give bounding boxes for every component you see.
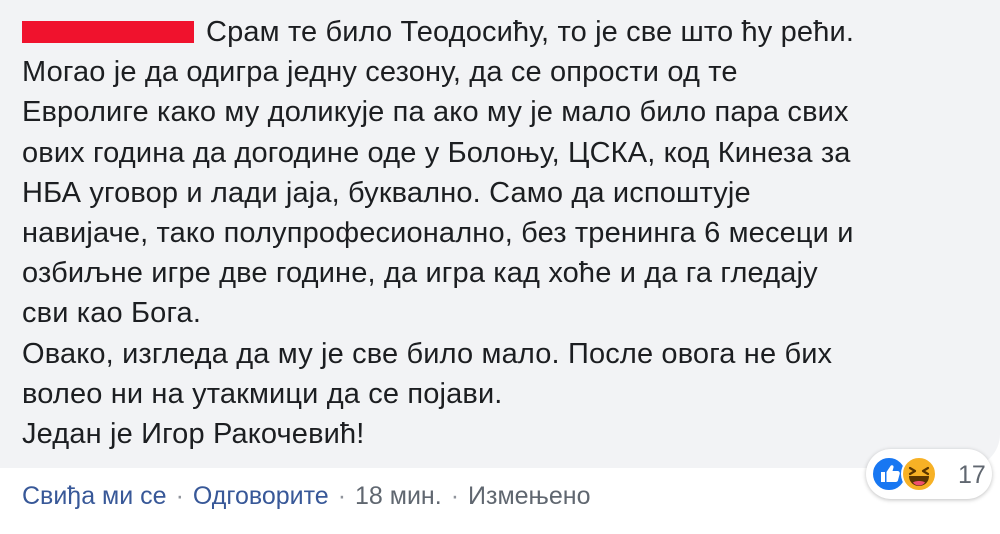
comment-line: Могао је да одигра једну сезону, да се о… <box>22 56 738 89</box>
reactions-badge[interactable]: 17 <box>866 449 992 499</box>
comment-line: Један је Игор Ракочевић! <box>22 417 365 450</box>
separator: · <box>337 482 347 510</box>
comment-line: Срам те било Теодосићу, то је све што ћу… <box>22 12 992 52</box>
reply-button[interactable]: Одговорите <box>193 482 329 510</box>
comment-first-line-text: Срам те било Теодосићу, то је све што ћу… <box>206 16 855 48</box>
like-button[interactable]: Свиђа ми се <box>22 482 167 510</box>
comment-line: НБА уговор и лади јаја, буквално. Само д… <box>22 176 751 209</box>
separator: · <box>450 482 460 510</box>
comment-line: озбиљне игре две године, да игра кад хоћ… <box>22 257 818 290</box>
comment-line: сви као Бога. <box>22 297 202 330</box>
edited-link[interactable]: Измењено <box>468 482 590 510</box>
comment-line: ових година да догодине оде у Болоњу, ЦС… <box>22 136 851 169</box>
comment-line: Евролиге како му доликује па ако му је м… <box>22 96 849 129</box>
comment-bubble: Срам те било Теодосићу, то је све што ћу… <box>0 0 1000 468</box>
separator: · <box>175 482 184 510</box>
timestamp-link[interactable]: 18 мин. <box>355 482 442 510</box>
haha-icon <box>901 456 937 492</box>
redacted-author-name[interactable] <box>22 21 194 43</box>
comment-line: волео ни на утакмици да се појави. <box>22 377 503 410</box>
comment-line: навијаче, тако полупрофесионално, без тр… <box>22 216 854 249</box>
reactions-count: 17 <box>958 461 986 489</box>
comment-actions: Свиђа ми се · Одговорите · 18 мин. · Измењено <box>22 482 590 511</box>
comment-text: Срам те било Теодосићу, то је све што ћу… <box>22 12 992 454</box>
comment-line: Овако, изгледа да му је све било мало. П… <box>22 337 833 370</box>
